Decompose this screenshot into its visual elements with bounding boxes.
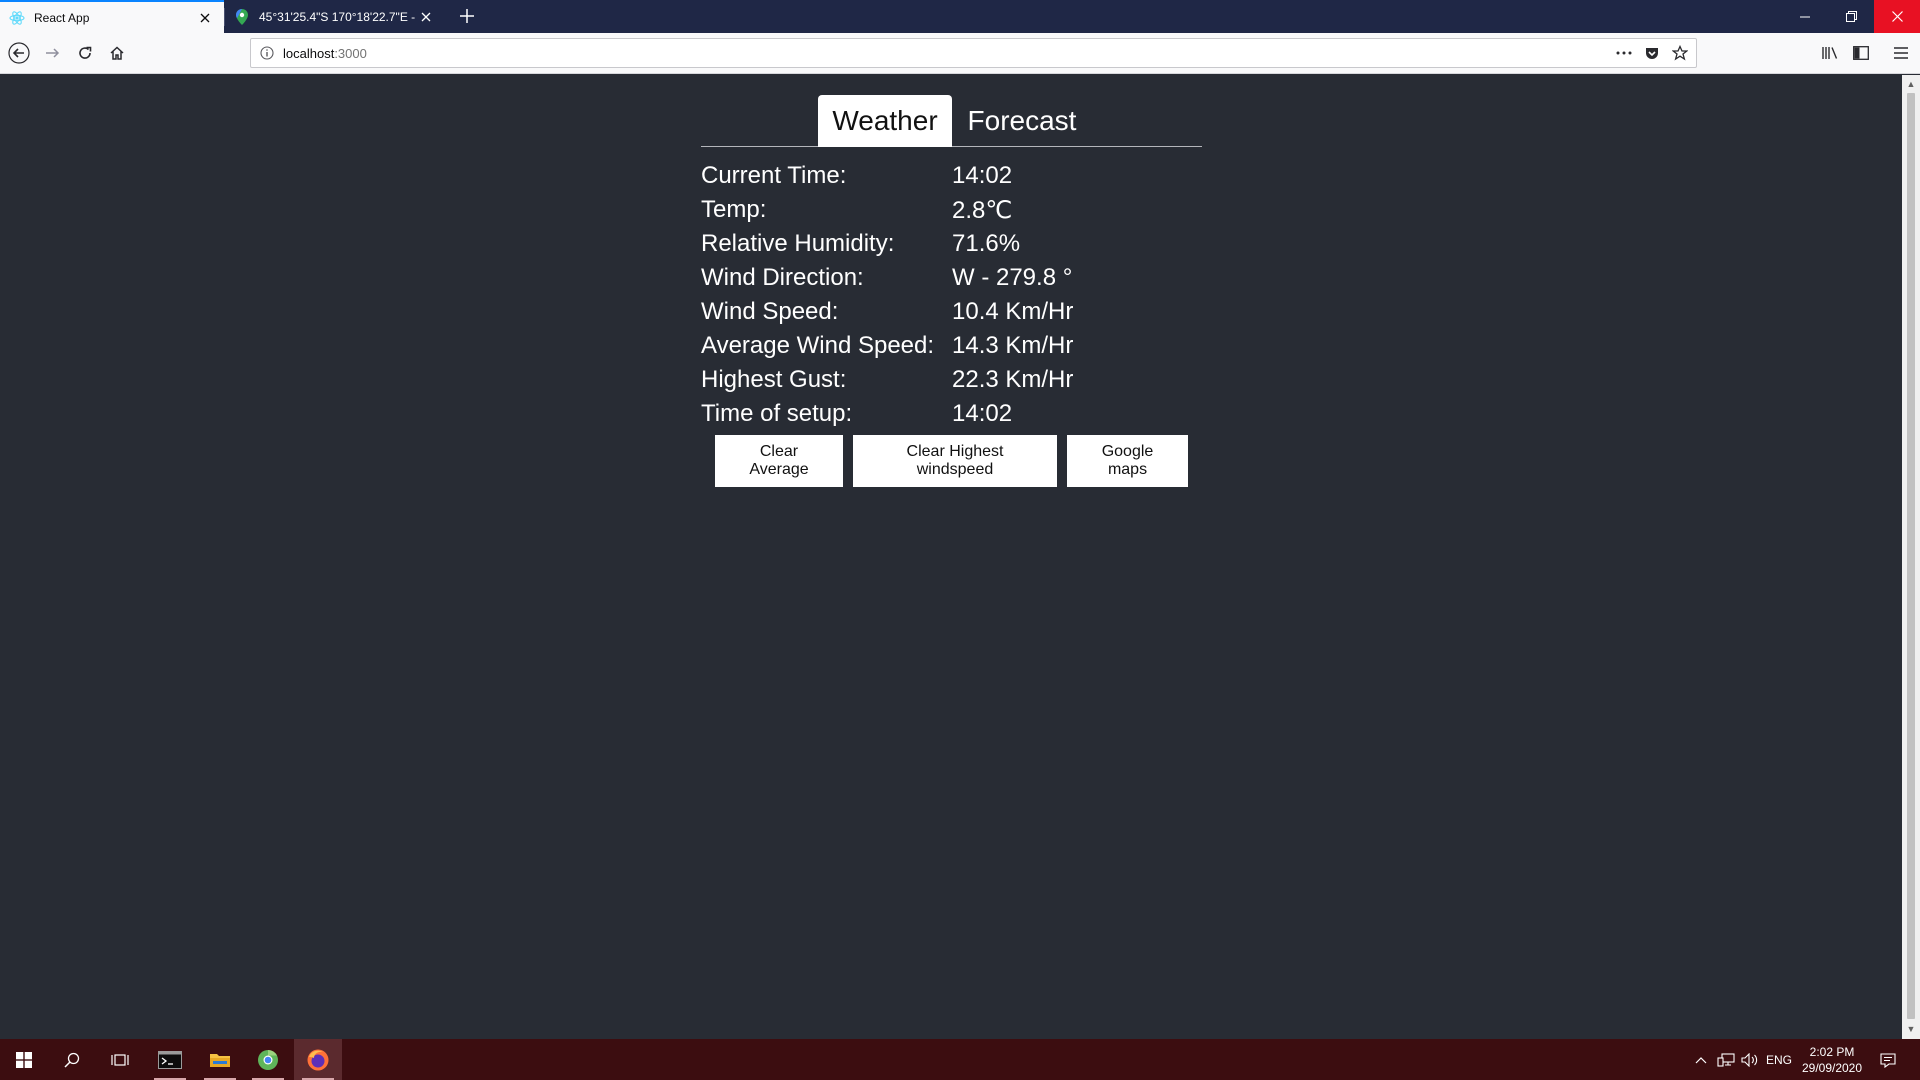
new-tab-button[interactable] — [455, 4, 479, 28]
clock-date: 29/09/2020 — [1801, 1061, 1863, 1075]
scrollbar-thumb[interactable] — [1907, 93, 1915, 1019]
reload-icon[interactable] — [72, 40, 98, 66]
reading-wind-speed: Wind Speed: 10.4 Km/Hr — [701, 295, 1221, 329]
site-info-icon[interactable] — [259, 45, 275, 61]
search-icon[interactable] — [48, 1039, 96, 1080]
tab-forecast[interactable]: Forecast — [952, 95, 1092, 147]
reading-time-of-setup: Time of setup: 14:02 — [701, 397, 1221, 431]
browser-tab-google-maps[interactable]: 45°31'25.4"S 170°18'22.7"E - Go — [225, 0, 445, 33]
reading-value: 71.6% — [952, 230, 1021, 257]
back-arrow-icon[interactable] — [6, 40, 32, 66]
url-port: :3000 — [334, 45, 367, 61]
reading-label: Time of setup: — [701, 400, 853, 427]
chrome-browser-icon[interactable] — [244, 1039, 292, 1080]
page-actions-icon[interactable] — [1612, 41, 1636, 65]
clear-average-button[interactable]: Clear Average — [715, 435, 843, 487]
library-icon[interactable] — [1817, 40, 1843, 66]
url-text: localhost:3000 — [283, 46, 1612, 61]
reading-temp: Temp: 2.8℃ — [701, 193, 1221, 227]
file-explorer-icon[interactable] — [196, 1039, 244, 1080]
app-tab-bar: Weather Forecast — [701, 95, 1202, 147]
weather-readings: Current Time: 14:02 Temp: 2.8℃ Relative … — [701, 159, 1221, 431]
pocket-icon[interactable] — [1640, 41, 1664, 65]
task-view-icon[interactable] — [96, 1039, 144, 1080]
browser-navigation-bar: localhost:3000 — [0, 33, 1920, 74]
url-host: localhost — [283, 45, 335, 61]
reading-label: Current Time: — [701, 162, 847, 189]
taskbar-clock[interactable]: 2:02 PM 29/09/2020 — [1796, 1044, 1868, 1076]
browser-tab-react-app[interactable]: React App — [0, 0, 224, 33]
sidebar-icon[interactable] — [1848, 40, 1874, 66]
reading-highest-gust: Highest Gust: 22.3 Km/Hr — [701, 363, 1221, 397]
forward-arrow-icon[interactable] — [39, 40, 65, 66]
terminal-app-icon[interactable] — [146, 1039, 194, 1080]
reading-label: Relative Humidity: — [701, 230, 895, 257]
scroll-up-icon[interactable]: ▲ — [1902, 76, 1920, 92]
close-tab-icon[interactable] — [196, 9, 214, 27]
restore-window-icon[interactable] — [1828, 0, 1874, 33]
close-window-icon[interactable] — [1874, 0, 1920, 33]
windows-taskbar: ENG 2:02 PM 29/09/2020 — [0, 1039, 1920, 1080]
reading-average-wind-speed: Average Wind Speed: 14.3 Km/Hr — [701, 329, 1221, 363]
maps-pin-icon — [234, 8, 250, 25]
reading-label: Average Wind Speed: — [701, 332, 935, 359]
reading-wind-direction: Wind Direction: W - 279.8 ° — [701, 261, 1221, 295]
page-scrollbar[interactable]: ▲ ▼ — [1902, 75, 1920, 1039]
app-viewport: Weather Forecast Current Time: 14:02 Tem… — [0, 75, 1902, 1039]
firefox-browser-icon[interactable] — [294, 1039, 342, 1080]
reading-label: Temp: — [701, 196, 767, 223]
address-bar[interactable]: localhost:3000 — [250, 38, 1697, 68]
action-center-icon[interactable] — [1875, 1039, 1901, 1080]
reading-label: Highest Gust: — [701, 366, 847, 393]
react-icon — [9, 10, 25, 26]
reading-value: 14.3 Km/Hr — [952, 332, 1074, 359]
minimize-window-icon[interactable] — [1782, 0, 1828, 33]
bookmark-star-icon[interactable] — [1668, 41, 1692, 65]
volume-icon[interactable] — [1739, 1039, 1761, 1080]
menu-hamburger-icon[interactable] — [1888, 40, 1914, 66]
reading-label: Wind Speed: — [701, 298, 839, 325]
tab-weather[interactable]: Weather — [818, 95, 952, 147]
reading-value: 22.3 Km/Hr — [952, 366, 1074, 393]
browser-tab-title: 45°31'25.4"S 170°18'22.7"E - Go — [259, 9, 417, 24]
reading-value: 2.8℃ — [952, 196, 1013, 224]
browser-tab-title: React App — [34, 10, 90, 25]
network-icon[interactable] — [1715, 1039, 1737, 1080]
reading-value: W - 279.8 ° — [952, 264, 1073, 291]
home-icon[interactable] — [104, 40, 130, 66]
browser-tab-strip: React App 45°31'25.4"S 170°18'22.7"E - G… — [0, 0, 1920, 33]
clock-time: 2:02 PM — [1809, 1045, 1855, 1059]
reading-value: 14:02 — [952, 162, 1013, 189]
clear-highest-windspeed-button[interactable]: Clear Highest windspeed — [853, 435, 1057, 487]
reading-value: 10.4 Km/Hr — [952, 298, 1074, 325]
reading-value: 14:02 — [952, 400, 1013, 427]
windows-start-icon[interactable] — [0, 1039, 48, 1080]
google-maps-button[interactable]: Google maps — [1067, 435, 1188, 487]
close-tab-icon[interactable] — [417, 8, 435, 26]
show-hidden-icons-chevron-icon[interactable] — [1690, 1039, 1712, 1080]
action-buttons: Clear Average Clear Highest windspeed Go… — [715, 435, 1188, 487]
input-language-indicator[interactable]: ENG — [1764, 1039, 1794, 1080]
reading-label: Wind Direction: — [701, 264, 864, 291]
reading-current-time: Current Time: 14:02 — [701, 159, 1221, 193]
scroll-down-icon[interactable]: ▼ — [1902, 1021, 1920, 1037]
reading-relative-humidity: Relative Humidity: 71.6% — [701, 227, 1221, 261]
